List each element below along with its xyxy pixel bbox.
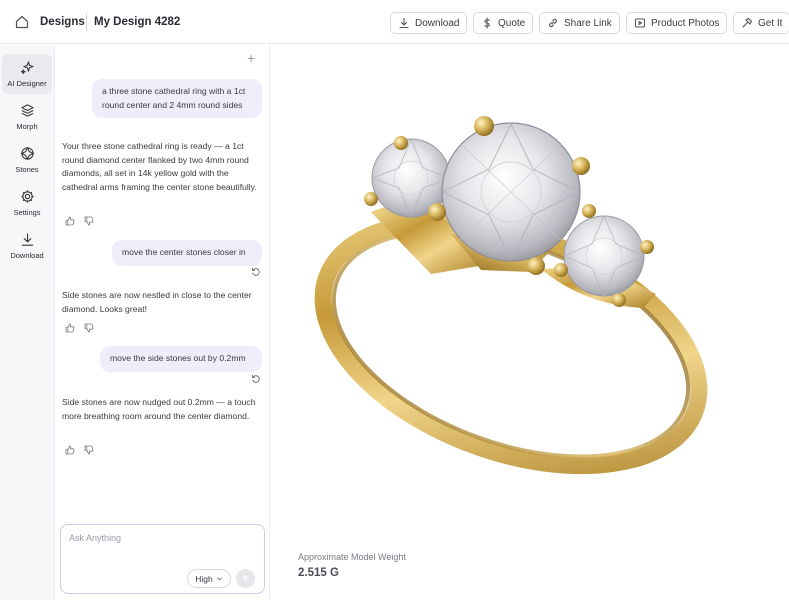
top-bar: Designs My Design 4282 Download Quote Sh…	[0, 0, 789, 44]
sidebar-item-stones[interactable]: Stones	[2, 140, 52, 180]
assistant-message: Side stones are now nestled in close to …	[62, 290, 252, 314]
gem-icon	[20, 146, 34, 161]
quote-label: Quote	[498, 17, 526, 29]
new-chat-plus-icon[interactable]: +	[247, 51, 255, 65]
chevron-down-icon	[216, 577, 222, 581]
download-button[interactable]: Download	[390, 12, 468, 34]
thumbs-down-icon[interactable]	[84, 216, 94, 226]
model-viewport[interactable]: Approximate Model Weight 2.515 G	[271, 44, 789, 600]
user-message: a three stone cathedral ring with a 1ct …	[92, 79, 262, 118]
dollar-icon	[484, 17, 490, 29]
chat-input-box: High	[60, 524, 265, 594]
retry-icon[interactable]	[251, 267, 261, 277]
thumbs-down-icon[interactable]	[84, 323, 94, 333]
breadcrumb-designs[interactable]: Designs	[40, 16, 85, 28]
download-icon	[399, 17, 409, 29]
sidebar-label-ai-designer: AI Designer	[7, 79, 47, 88]
model-weight-value: 2.515 G	[298, 567, 339, 579]
quality-value: High	[195, 573, 213, 584]
hammer-icon	[742, 17, 753, 28]
feedback-row	[65, 323, 94, 333]
ring-model-render[interactable]	[271, 44, 789, 600]
sidebar-label-settings: Settings	[13, 208, 41, 217]
tool-sidebar: AI Designer Morph Stones Settings Downlo…	[0, 44, 55, 600]
arrow-up-icon	[242, 574, 249, 583]
breadcrumb-divider	[86, 13, 87, 31]
thumbs-up-icon[interactable]	[65, 216, 75, 226]
sidebar-item-download[interactable]: Download	[2, 226, 52, 266]
share-link-label: Share Link	[564, 17, 612, 29]
get-it-label: Get It	[758, 17, 783, 29]
gear-icon	[20, 190, 34, 203]
retry-icon[interactable]	[251, 374, 261, 384]
share-link-button[interactable]: Share Link	[539, 12, 620, 34]
thumbs-down-icon[interactable]	[84, 445, 94, 455]
user-message: move the side stones out by 0.2mm	[100, 346, 262, 372]
feedback-row	[65, 216, 94, 226]
chat-input[interactable]	[69, 533, 257, 563]
user-message: move the center stones closer in	[112, 240, 262, 266]
home-icon[interactable]	[14, 14, 30, 30]
download-icon	[21, 233, 33, 246]
link-icon	[549, 18, 557, 28]
sidebar-item-settings[interactable]: Settings	[2, 183, 52, 223]
send-button[interactable]	[236, 569, 255, 588]
thumbs-up-icon[interactable]	[65, 323, 75, 333]
assistant-message: Your three stone cathedral ring is ready…	[62, 141, 257, 192]
sidebar-item-morph[interactable]: Morph	[2, 97, 52, 137]
sparkles-icon	[20, 61, 34, 75]
sidebar-label-stones: Stones	[15, 165, 39, 174]
sidebar-item-ai-designer[interactable]: AI Designer	[2, 54, 52, 94]
sidebar-label-download: Download	[10, 251, 44, 260]
thumbs-up-icon[interactable]	[65, 445, 75, 455]
product-photos-label: Product Photos	[651, 17, 720, 29]
feedback-row	[65, 445, 94, 455]
model-weight-label: Approximate Model Weight	[298, 552, 406, 562]
product-photos-button[interactable]: Product Photos	[626, 12, 728, 34]
assistant-message: Side stones are now nudged out 0.2mm — a…	[62, 397, 256, 421]
design-title[interactable]: My Design 4282	[94, 16, 180, 28]
sidebar-label-morph: Morph	[16, 122, 38, 131]
quote-button[interactable]: Quote	[473, 12, 534, 34]
layers-icon	[20, 104, 34, 117]
quality-select[interactable]: High	[187, 569, 231, 588]
video-icon	[634, 18, 646, 28]
download-label: Download	[415, 17, 460, 29]
get-it-button[interactable]: Get It	[733, 12, 789, 34]
chat-panel: + a three stone cathedral ring with a 1c…	[55, 44, 270, 600]
